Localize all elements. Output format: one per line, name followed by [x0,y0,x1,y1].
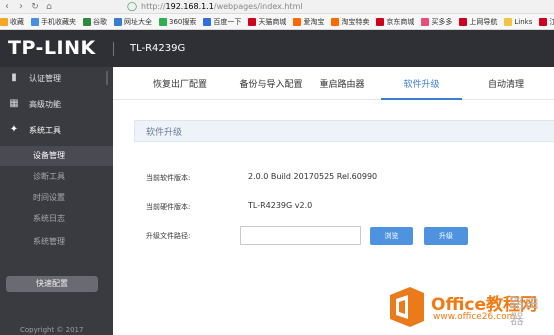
sidebar-item-time-settings[interactable]: 时间设置 [0,188,113,208]
bookmark-icon [331,17,340,26]
bookmark-item[interactable]: 手机收藏夹 [31,17,76,27]
bookmark-icon [31,17,39,26]
sidebar-item-diagnostics[interactable]: 诊断工具 [0,167,113,187]
bookmark-label: 淘宝特卖 [341,17,370,26]
bookmark-icon [293,17,302,26]
bookmark-icon [159,17,167,26]
upgrade-button[interactable]: 升级 [424,227,468,245]
bookmark-label: 手机收藏夹 [41,17,76,26]
office-logo-watermark [390,287,424,327]
bookmark-label: 百度一下 [213,17,242,26]
bookmark-label: Links [514,17,533,26]
bookmarks-bar: 收藏 手机收藏夹 谷歌 网址大全 360搜索 百度一下 天猫商城 爱淘宝 淘宝特卖 京东商城 买多多… [0,14,554,30]
auth-icon: ▮ [11,72,17,83]
bookmark-label: 爱淘宝 [303,17,325,26]
bookmark-icon [539,17,548,26]
bookmark-label: 收藏 [10,17,24,26]
bookmark-item[interactable]: 谷歌 [83,17,107,27]
sidebar-item-label: 高级功能 [29,99,61,109]
bookmark-item[interactable]: 收藏 [0,17,24,27]
bookmark-label: 网址大全 [124,17,152,26]
bookmark-item[interactable]: 百度一下 [203,17,241,27]
software-version-label: 当前软件版本: [146,174,191,182]
bookmark-icon [114,17,122,26]
quick-config-button[interactable]: 快速配置 [6,276,98,292]
sidebar-item-auth-management[interactable]: ▮ 认证管理 [0,68,113,88]
sidebar-item-label: 认证管理 [29,73,61,83]
router-header: TP-LINK TL-R4239G [0,30,554,67]
bookmark-item[interactable]: 上网导航 [459,17,497,27]
bookmark-icon [0,17,8,26]
bookmark-icon [83,17,91,26]
bookmark-item[interactable]: 网址大全 [114,17,152,27]
url-path: /webpages/index.html [213,2,303,11]
url-host: 192.168.1.1 [165,2,214,11]
software-version-value: 2.0.0 Build 20170525 Rel.60990 [248,172,378,181]
bookmark-label: 买多多 [431,17,453,26]
tab-backup-import[interactable]: 备份与导入配置 [224,67,318,100]
tab-reboot[interactable]: 重启路由器 [306,67,378,100]
sidebar-item-advanced[interactable]: ▦ 高级功能 [0,94,113,114]
bookmark-icon [248,17,257,26]
sidebar-item-system-log[interactable]: 系统日志 [0,209,113,229]
bookmark-label: 江苏省地 [549,17,554,27]
hardware-version-value: TL-R4239G v2.0 [248,201,313,210]
bookmark-item[interactable]: Links [504,17,533,26]
bookmark-item[interactable]: 买多多 [421,17,452,27]
grid-icon: ▦ [9,98,19,109]
watermark-url: www.office26.com [433,312,516,322]
sidebar: ▮ 认证管理 ▦ 高级功能 ✦ 系统工具 设备管理 诊断工具 时间设置 系统日志… [0,67,113,335]
bookmark-icon [459,17,468,26]
tools-icon: ✦ [9,124,19,135]
tab-factory-reset[interactable]: 恢复出厂配置 [133,67,227,100]
bookmark-label: 360搜索 [169,17,197,26]
bookmark-item[interactable]: 天猫商城 [248,17,286,27]
home-icon[interactable]: ⌂ [42,0,56,14]
url-prefix: http:// [141,2,166,11]
bookmark-icon [504,17,513,26]
upgrade-file-input[interactable] [240,226,361,245]
tab-bar: 恢复出厂配置 备份与导入配置 重启路由器 软件升级 自动清理 [113,67,554,100]
bookmark-label: 天猫商城 [258,17,287,26]
tp-link-logo: TP-LINK [8,37,96,59]
sidebar-item-system-management[interactable]: 系统管理 [0,232,113,252]
tab-auto-cleanup[interactable]: 自动清理 [469,67,543,100]
url-field[interactable]: http://192.168.1.1/webpages/index.html [141,2,303,11]
bookmark-icon [376,17,385,26]
forward-arrow-icon[interactable]: › [14,0,28,14]
hardware-version-label: 当前硬件版本: [146,203,191,211]
section-title: 软件升级 [146,128,183,138]
bookmark-label: 京东商城 [386,17,415,26]
bookmark-item[interactable]: 360搜索 [159,17,196,27]
bookmark-item[interactable]: 江苏省地 [539,17,554,27]
back-arrow-icon[interactable]: ‹ [0,0,14,14]
router-model: TL-R4239G [130,43,186,54]
browse-button[interactable]: 浏览 [370,227,413,245]
section-header: 软件升级 [134,120,554,142]
bookmark-item[interactable]: 爱淘宝 [293,17,324,27]
header-divider [113,42,114,56]
bookmark-label: 谷歌 [93,17,107,26]
watermark-stamp: 路由器 [510,296,540,328]
security-shield-icon: ◯ [126,1,138,12]
bookmark-item[interactable]: 淘宝特卖 [331,17,369,27]
browser-address-bar: ‹ › ↻ ⌂ ◯ http://192.168.1.1/webpages/in… [0,0,554,14]
tab-software-upgrade[interactable]: 软件升级 [381,67,462,100]
bookmark-label: 上网导航 [469,17,498,26]
sidebar-item-device-management[interactable]: 设备管理 [0,146,113,166]
bookmark-icon [421,17,430,26]
sidebar-item-label: 系统工具 [29,125,61,135]
bookmark-item[interactable]: 京东商城 [376,17,414,27]
upgrade-file-label: 升级文件路径: [146,232,191,240]
copyright-text: Copyright © 2017 [20,326,84,334]
sidebar-item-system-tools[interactable]: ✦ 系统工具 [0,120,113,140]
refresh-icon[interactable]: ↻ [28,0,42,14]
bookmark-icon [203,17,212,26]
